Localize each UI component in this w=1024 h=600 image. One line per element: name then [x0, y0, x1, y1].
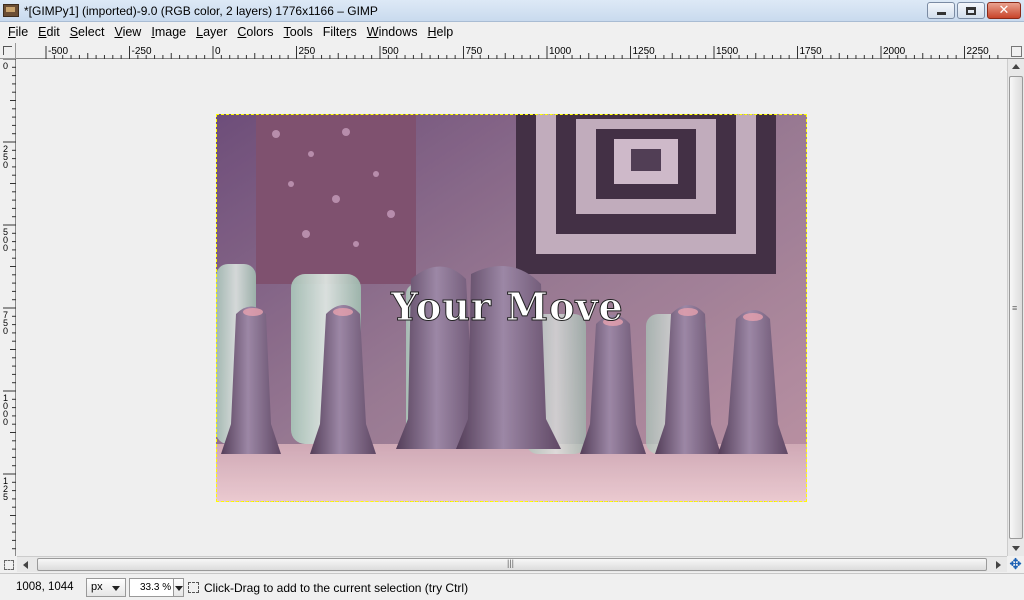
window-title: *[GIMPy1] (imported)-9.0 (RGB color, 2 l… — [24, 4, 378, 18]
ruler-label: 500 — [382, 46, 399, 57]
gimp-icon[interactable] — [3, 4, 19, 17]
zoom-input[interactable]: 33.3 % — [129, 578, 174, 597]
ruler-label: -500 — [48, 46, 68, 57]
menu-file[interactable]: File — [3, 23, 33, 42]
ruler-corner-button[interactable] — [0, 43, 16, 59]
selection-icon — [188, 582, 199, 593]
menu-view[interactable]: View — [109, 23, 146, 42]
vertical-scrollbar[interactable] — [1007, 59, 1024, 556]
ruler-label: 2000 — [883, 46, 906, 57]
status-bar: 1008, 1044 px 33.3 % Click-Drag to add t… — [0, 573, 1024, 600]
menu-filters[interactable]: Filters — [318, 23, 362, 42]
zoom-image-toggle[interactable] — [1007, 43, 1024, 59]
ruler-label: 5 — [3, 492, 8, 502]
horizontal-scroll-thumb[interactable] — [37, 558, 987, 571]
ruler-label: 1500 — [716, 46, 739, 57]
ruler-label: 1750 — [800, 46, 823, 57]
pointer-coordinates: 1008, 1044 — [16, 581, 74, 593]
menu-colors[interactable]: Colors — [232, 23, 278, 42]
close-icon: ✕ — [998, 3, 1010, 18]
ruler-label: 0 — [215, 46, 221, 57]
restore-icon — [966, 6, 976, 15]
close-button[interactable]: ✕ — [987, 2, 1021, 19]
zoom-dropdown-button[interactable] — [173, 578, 184, 597]
menu-image[interactable]: Image — [146, 23, 191, 42]
image-content[interactable]: Your Move — [216, 114, 807, 502]
ruler-label: 0 — [3, 160, 8, 170]
horizontal-ruler-ticks: -500 -250 0 250 500 750 1000 1250 1500 1750 2000 22… — [45, 46, 999, 59]
scroll-down-icon[interactable] — [1012, 546, 1020, 551]
ruler-label: 750 — [466, 46, 483, 57]
ruler-label: 1250 — [633, 46, 656, 57]
ruler-label: 0 — [3, 243, 8, 253]
minimize-icon — [936, 12, 946, 15]
menu-tools[interactable]: Tools — [279, 23, 318, 42]
image-canvas[interactable]: Your Move — [17, 60, 1007, 556]
scroll-right-icon[interactable] — [996, 561, 1001, 569]
menu-help[interactable]: Help — [422, 23, 458, 42]
ruler-label: 0 — [3, 326, 8, 336]
maximize-button[interactable] — [957, 2, 985, 19]
ruler-label: -250 — [132, 46, 152, 57]
vertical-ruler-ticks: 02505007501000125 — [3, 58, 16, 550]
menu-layer[interactable]: Layer — [191, 23, 232, 42]
minimize-button[interactable] — [927, 2, 955, 19]
menu-select[interactable]: Select — [65, 23, 110, 42]
status-message: Click-Drag to add to the current selecti… — [204, 581, 469, 595]
navigate-icon[interactable]: ✥ — [1007, 555, 1024, 573]
ruler-label: 0 — [3, 417, 8, 427]
unit-dropdown[interactable]: px — [86, 578, 126, 597]
ruler-label: 0 — [3, 61, 8, 71]
horizontal-scrollbar[interactable] — [17, 556, 1007, 572]
vertical-ruler[interactable]: 02505007501000125 — [0, 58, 16, 556]
title-bar: *[GIMPy1] (imported)-9.0 (RGB color, 2 l… — [0, 0, 1024, 22]
menu-edit[interactable]: Edit — [33, 23, 65, 42]
ruler-label: 1000 — [549, 46, 572, 57]
your-move-text-layer[interactable]: Your Move — [391, 284, 624, 330]
menu-windows[interactable]: Windows — [362, 23, 423, 42]
vertical-scroll-thumb[interactable] — [1009, 76, 1023, 539]
scroll-up-icon[interactable] — [1012, 64, 1020, 69]
ruler-label: 2250 — [967, 46, 990, 57]
menu-bar: File Edit Select View Image Layer Colors Tools F… — [0, 22, 1024, 43]
ruler-label: 250 — [299, 46, 316, 57]
quick-mask-icon[interactable] — [0, 556, 17, 572]
scroll-left-icon[interactable] — [23, 561, 28, 569]
horizontal-ruler[interactable]: -500 -250 0 250 500 750 1000 1250 1500 1750 2000 22… — [16, 43, 1007, 59]
